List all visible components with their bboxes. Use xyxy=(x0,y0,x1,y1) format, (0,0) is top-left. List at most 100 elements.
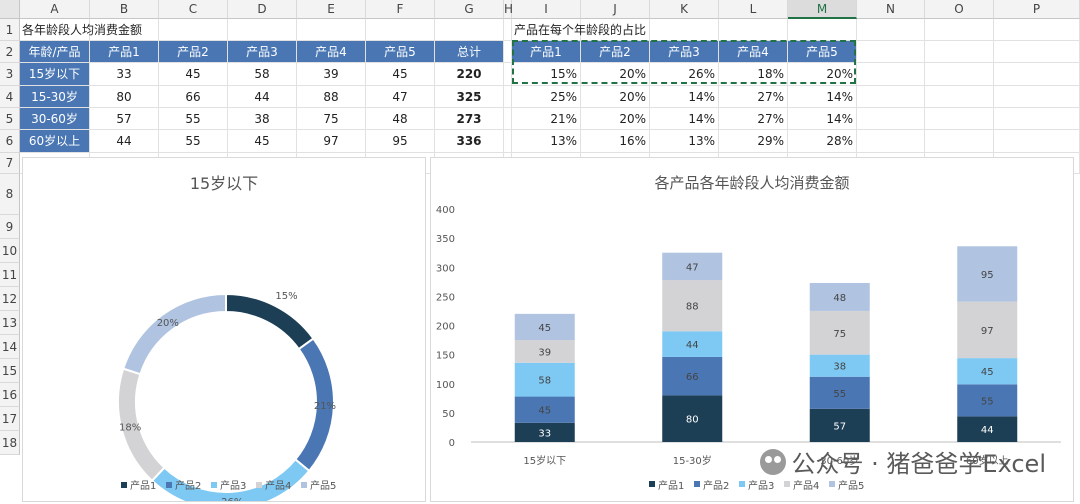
cell-o2[interactable] xyxy=(925,41,994,63)
table1-value[interactable]: 95 xyxy=(366,130,435,153)
table1-value[interactable]: 55 xyxy=(159,130,228,153)
table2-value[interactable]: 14% xyxy=(650,86,719,108)
table1-value[interactable]: 45 xyxy=(366,63,435,86)
table1-title[interactable]: 各年龄段人均消费金额 xyxy=(20,19,228,41)
select-all-corner[interactable] xyxy=(0,0,20,19)
table1-value[interactable]: 48 xyxy=(366,108,435,130)
row-header-4[interactable]: 4 xyxy=(0,86,20,108)
table2-header-3[interactable]: 产品4 xyxy=(719,41,788,63)
table1-value[interactable]: 44 xyxy=(228,86,297,108)
column-header-j[interactable]: J xyxy=(581,0,650,19)
table1-row-label[interactable]: 30-60岁 xyxy=(20,108,90,130)
cell-n2[interactable] xyxy=(857,41,925,63)
cell-h1[interactable] xyxy=(504,19,512,41)
table2-value[interactable]: 20% xyxy=(581,86,650,108)
cell-n5[interactable] xyxy=(857,108,925,130)
column-header-l[interactable]: L xyxy=(719,0,788,19)
table1-value[interactable]: 80 xyxy=(90,86,159,108)
cell-n4[interactable] xyxy=(857,86,925,108)
row-header-9[interactable]: 9 xyxy=(0,215,20,239)
row-header-13[interactable]: 13 xyxy=(0,311,20,335)
row-header-12[interactable]: 12 xyxy=(0,287,20,311)
table1-row-label[interactable]: 15-30岁 xyxy=(20,86,90,108)
cell-p6[interactable] xyxy=(994,130,1080,153)
table1-value[interactable]: 57 xyxy=(90,108,159,130)
cell-l1[interactable] xyxy=(719,19,788,41)
cell-h3[interactable] xyxy=(504,63,512,86)
table1-header-2[interactable]: 产品2 xyxy=(159,41,228,63)
table1-value[interactable]: 44 xyxy=(90,130,159,153)
table1-total[interactable]: 220 xyxy=(435,63,504,86)
table2-header-1[interactable]: 产品2 xyxy=(581,41,650,63)
table2-value[interactable]: 14% xyxy=(788,86,857,108)
row-header-17[interactable]: 17 xyxy=(0,407,20,431)
table1-value[interactable]: 38 xyxy=(228,108,297,130)
row-header-15[interactable]: 15 xyxy=(0,359,20,383)
cell-p4[interactable] xyxy=(994,86,1080,108)
row-header-5[interactable]: 5 xyxy=(0,108,20,130)
table1-value[interactable]: 97 xyxy=(297,130,366,153)
table1-header-1[interactable]: 产品1 xyxy=(90,41,159,63)
table1-value[interactable]: 55 xyxy=(159,108,228,130)
table1-header-3[interactable]: 产品3 xyxy=(228,41,297,63)
table2-value[interactable]: 21% xyxy=(512,108,581,130)
cell-p1[interactable] xyxy=(994,19,1080,41)
column-header-n[interactable]: N xyxy=(857,0,925,19)
cell-d1[interactable] xyxy=(228,19,297,41)
column-header-g[interactable]: G xyxy=(435,0,504,19)
table2-value[interactable]: 14% xyxy=(788,108,857,130)
cell-n3[interactable] xyxy=(857,63,925,86)
cell-o3[interactable] xyxy=(925,63,994,86)
cell-e1[interactable] xyxy=(297,19,366,41)
table2-value[interactable]: 13% xyxy=(512,130,581,153)
column-header-i[interactable]: I xyxy=(512,0,581,19)
table2-header-4[interactable]: 产品5 xyxy=(788,41,857,63)
row-header-11[interactable]: 11 xyxy=(0,263,20,287)
table1-value[interactable]: 39 xyxy=(297,63,366,86)
table1-header-6[interactable]: 总计 xyxy=(435,41,504,63)
table2-value[interactable]: 18% xyxy=(719,63,788,86)
cell-f1[interactable] xyxy=(366,19,435,41)
cell-h4[interactable] xyxy=(504,86,512,108)
table2-title[interactable]: 产品在每个年龄段的占比 xyxy=(512,19,719,41)
row-header-18[interactable]: 18 xyxy=(0,431,20,455)
cell-n6[interactable] xyxy=(857,130,925,153)
column-header-m[interactable]: M xyxy=(788,0,857,19)
table1-value[interactable]: 45 xyxy=(159,63,228,86)
cell-o6[interactable] xyxy=(925,130,994,153)
table2-value[interactable]: 15% xyxy=(512,63,581,86)
table1-header-5[interactable]: 产品5 xyxy=(366,41,435,63)
table1-value[interactable]: 47 xyxy=(366,86,435,108)
table1-value[interactable]: 33 xyxy=(90,63,159,86)
table1-header-0[interactable]: 年龄/产品 xyxy=(20,41,90,63)
cell-h2[interactable] xyxy=(504,41,512,63)
column-header-f[interactable]: F xyxy=(366,0,435,19)
table2-value[interactable]: 29% xyxy=(719,130,788,153)
cell-g1[interactable] xyxy=(435,19,504,41)
table1-value[interactable]: 58 xyxy=(228,63,297,86)
cell-p3[interactable] xyxy=(994,63,1080,86)
row-header-8[interactable]: 8 xyxy=(0,174,20,215)
column-header-d[interactable]: D xyxy=(228,0,297,19)
row-header-2[interactable]: 2 xyxy=(0,41,20,63)
cell-p5[interactable] xyxy=(994,108,1080,130)
table2-value[interactable]: 25% xyxy=(512,86,581,108)
table2-value[interactable]: 20% xyxy=(581,63,650,86)
cell-n1[interactable] xyxy=(857,19,925,41)
column-header-c[interactable]: C xyxy=(159,0,228,19)
cell-p2[interactable] xyxy=(994,41,1080,63)
cell-o1[interactable] xyxy=(925,19,994,41)
row-header-1[interactable]: 1 xyxy=(0,19,20,41)
donut-chart[interactable]: 15岁以下 15% 21% 26% 18% 20% 产品1 产品2 产品3 产品4 产品5 xyxy=(22,157,426,504)
table1-total[interactable]: 273 xyxy=(435,108,504,130)
row-header-10[interactable]: 10 xyxy=(0,239,20,263)
column-header-a[interactable]: A xyxy=(20,0,90,19)
table1-total[interactable]: 336 xyxy=(435,130,504,153)
table2-value[interactable]: 27% xyxy=(719,86,788,108)
table2-value[interactable]: 20% xyxy=(788,63,857,86)
column-header-p[interactable]: P xyxy=(994,0,1080,19)
table1-total[interactable]: 325 xyxy=(435,86,504,108)
row-header-6[interactable]: 6 xyxy=(0,130,20,153)
table2-value[interactable]: 20% xyxy=(581,108,650,130)
table1-value[interactable]: 88 xyxy=(297,86,366,108)
